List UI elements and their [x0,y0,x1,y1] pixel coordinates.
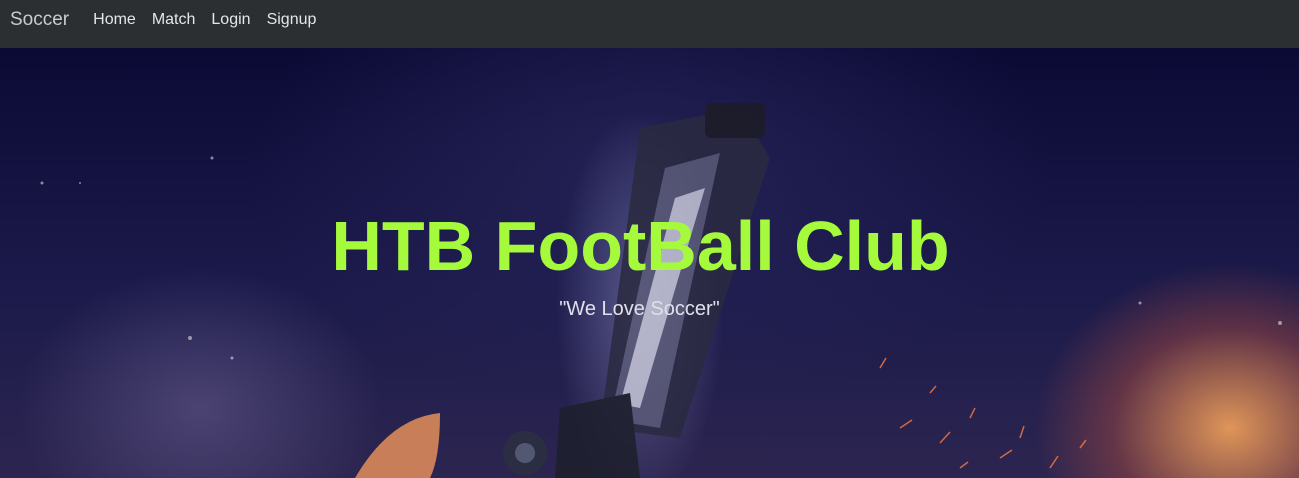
nav-link-home[interactable]: Home [93,11,136,29]
nav-link-match[interactable]: Match [152,11,196,29]
hero-section: HTB FootBall Club "We Love Soccer" [0,48,1299,478]
nav-link-login[interactable]: Login [211,11,250,29]
nav-links: Home Match Login Signup [93,11,332,29]
hero-subtitle: "We Love Soccer" [559,298,720,320]
hero-title: HTB FootBall Club [331,207,950,285]
brand-link[interactable]: Soccer [10,9,69,31]
nav-link-signup[interactable]: Signup [267,11,317,29]
top-navbar: Soccer Home Match Login Signup [0,0,1299,48]
